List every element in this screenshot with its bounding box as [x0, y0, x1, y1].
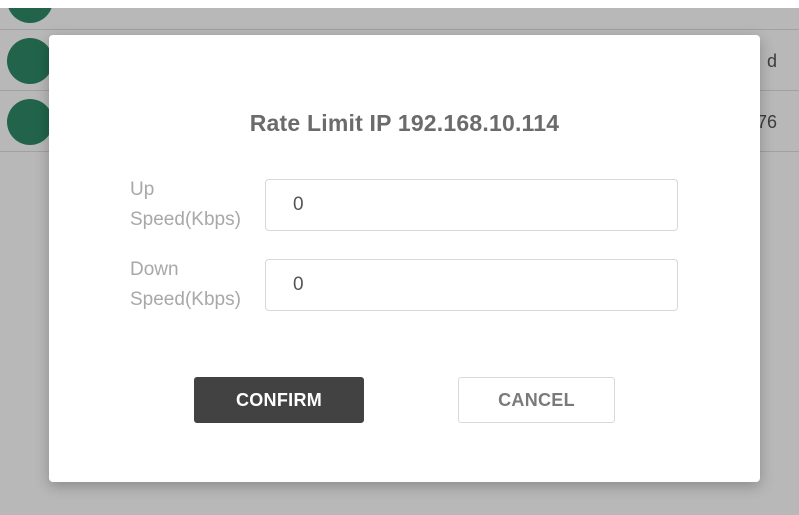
confirm-button[interactable]: CONFIRM: [194, 377, 364, 423]
down-speed-input[interactable]: [265, 259, 678, 311]
up-speed-input[interactable]: [265, 179, 678, 231]
top-edge: [0, 0, 799, 8]
dialog-title: Rate Limit IP 192.168.10.114: [249, 110, 560, 136]
cancel-button[interactable]: CANCEL: [458, 377, 615, 423]
rate-limit-dialog: Rate Limit IP 192.168.10.114 Up Speed(Kbp…: [49, 35, 760, 482]
